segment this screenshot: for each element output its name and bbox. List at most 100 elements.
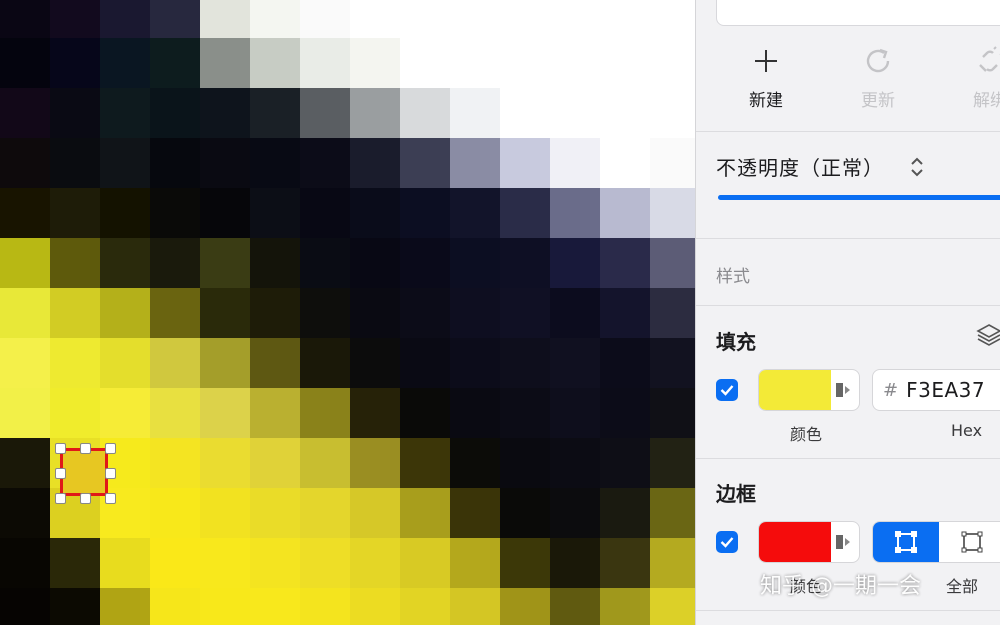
pixel-cell [200,288,250,338]
pixel-cell [100,588,150,625]
inspector-panel: 新建 更新 解绑 不透明度（正常） 样式 填充 # F3EA37 [695,0,1000,625]
border-inside-option[interactable] [939,522,1000,562]
resize-handle-t[interactable] [80,443,91,454]
pixel-cell [300,438,350,488]
new-button[interactable]: 新建 [726,44,806,111]
watermark: 知乎 @一期一会 [760,574,921,599]
pixel-cell [450,38,500,88]
pixel-cell [300,588,350,625]
pixel-cell [0,438,50,488]
pixel-cell [150,288,200,338]
pixel-cell [450,538,500,588]
update-button[interactable]: 更新 [838,44,918,111]
selected-pixel[interactable] [55,443,116,504]
pixel-cell [300,338,350,388]
pixel-cell [50,338,100,388]
pixel-cell [100,88,150,138]
pixel-cell [350,38,400,88]
pixel-cell [600,38,650,88]
pixel-cell [200,338,250,388]
pixel-cell [550,388,600,438]
pixel-cell [400,388,450,438]
pixel-cell [650,88,695,138]
pixel-cell [550,88,600,138]
plus-icon [726,44,806,78]
pixel-cell [550,188,600,238]
border-position-segmented[interactable] [872,521,1000,563]
pixel-cell [450,0,500,38]
pixel-cell [350,88,400,138]
resize-handle-tl[interactable] [55,443,66,454]
pixel-cell [350,138,400,188]
pixel-cell [650,288,695,338]
border-position-label: 全部 [946,577,979,596]
pixel-cell [400,438,450,488]
layers-icon[interactable] [976,322,1000,352]
pixel-cell [200,0,250,38]
pixel-cell [150,38,200,88]
hex-input[interactable]: # F3EA37 [872,369,1000,411]
pixel-cell [0,488,50,538]
pixel-cell [550,288,600,338]
pixel-cell [650,388,695,438]
hex-value: F3EA37 [906,378,986,402]
border-color-swatch[interactable] [758,521,860,563]
pixel-cell [150,338,200,388]
name-field[interactable] [716,0,1000,26]
pixel-cell [250,0,300,38]
pixel-cell [300,238,350,288]
pixel-cell [500,388,550,438]
pixel-cell [300,0,350,38]
pixel-cell [50,38,100,88]
resize-handle-bl[interactable] [55,493,66,504]
opacity-mode-select[interactable]: 不透明度（正常） [716,152,924,181]
pixel-cell [450,588,500,625]
resize-handle-b[interactable] [80,493,91,504]
pixel-cell [150,388,200,438]
pixel-cell [600,88,650,138]
resize-handle-br[interactable] [105,493,116,504]
pixel-cell [100,38,150,88]
pixel-cell [600,538,650,588]
pixel-cell [600,438,650,488]
pixel-cell [450,138,500,188]
pixel-cell [0,588,50,625]
pixel-cell [550,238,600,288]
pixel-cell [50,0,100,38]
eyedropper-icon [833,380,853,404]
opacity-slider[interactable] [718,195,1000,200]
pixel-cell [200,538,250,588]
pixel-cell [650,138,695,188]
pixel-cell [200,488,250,538]
fill-enabled-checkbox[interactable] [716,379,738,401]
pixel-cell [600,288,650,338]
pixel-cell [50,138,100,188]
resize-handle-l[interactable] [55,468,66,479]
border-all-option[interactable] [873,522,939,562]
pixel-cell [0,0,50,38]
pixel-cell [500,488,550,538]
new-label: 新建 [749,91,783,111]
resize-handle-tr[interactable] [105,443,116,454]
divider [696,238,1000,239]
pixel-cell [150,88,200,138]
pixel-cell [350,288,400,338]
resize-handle-r[interactable] [105,468,116,479]
divider [696,305,1000,306]
border-enabled-checkbox[interactable] [716,531,738,553]
pixel-cell [350,338,400,388]
pixel-cell [300,138,350,188]
divider [696,131,1000,132]
unlink-button[interactable]: 解绑 [950,44,1000,111]
pixel-cell [500,238,550,288]
divider [696,610,1000,611]
pixel-cell [550,488,600,538]
pixel-canvas[interactable] [0,0,695,625]
pixel-cell [100,188,150,238]
pixel-cell [550,0,600,38]
pixel-cell [550,338,600,388]
pixel-cell [350,188,400,238]
fill-color-swatch[interactable] [758,369,860,411]
pixel-cell [350,488,400,538]
eyedropper-icon [833,532,853,556]
